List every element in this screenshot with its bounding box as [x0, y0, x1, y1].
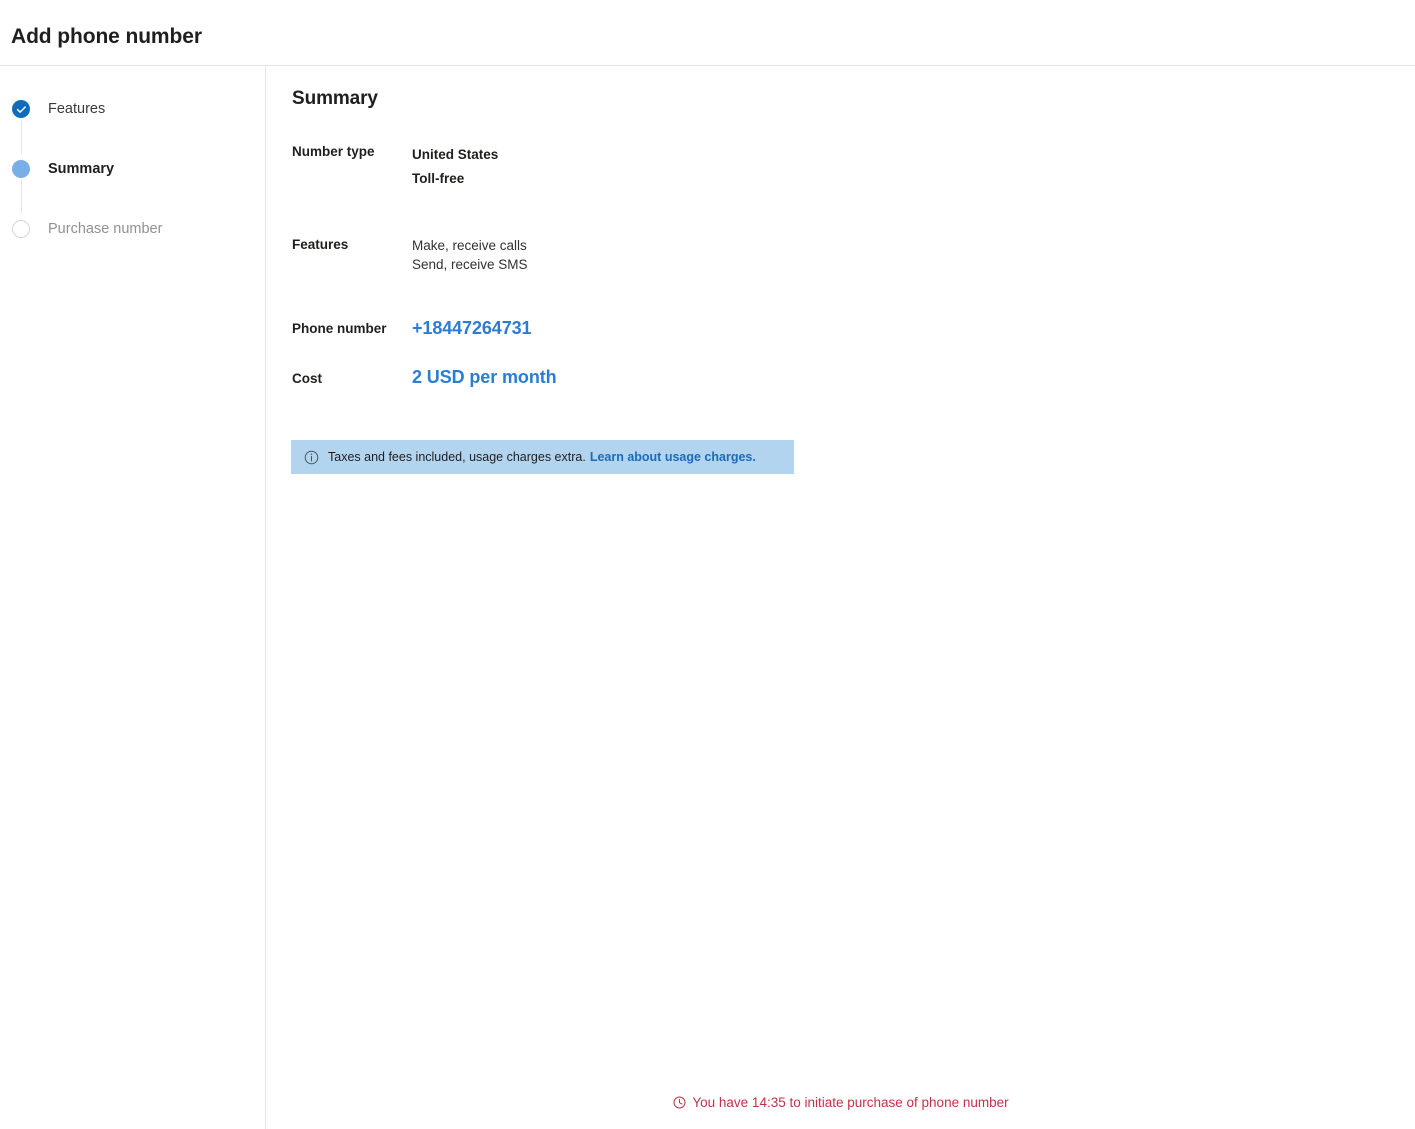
info-circle-icon: [303, 449, 319, 465]
phone-number-value: +18447264731: [412, 318, 532, 338]
summary-panel: Summary Number type United States Toll-f…: [266, 66, 1415, 1129]
stepper-item-purchase-number[interactable]: Purchase number: [12, 217, 162, 241]
features-value-sms: Send, receive SMS: [412, 257, 528, 272]
summary-label-number-type: Number type: [292, 144, 375, 159]
dialog-body: Features Summary Purchase number Summary…: [0, 66, 1415, 1129]
purchase-timer: You have 14:35 to initiate purchase of p…: [266, 1095, 1415, 1110]
stepper-label-summary: Summary: [48, 160, 115, 177]
summary-values-phone-number: +18447264731: [412, 317, 992, 339]
add-phone-number-dialog: Add phone number Features Summary Purcha…: [0, 0, 1415, 1129]
step-connector-1: [20, 120, 22, 154]
info-banner: Taxes and fees included, usage charges e…: [291, 440, 794, 474]
summary-values-cost: 2 USD per month: [412, 366, 992, 388]
stepper-label-purchase-number: Purchase number: [48, 220, 163, 237]
number-type-kind: Toll-free: [412, 171, 465, 186]
summary-row-cost: Cost 2 USD per month: [292, 366, 992, 388]
info-banner-text: Taxes and fees included, usage charges e…: [328, 450, 586, 464]
stepper-item-features[interactable]: Features: [12, 97, 105, 121]
learn-about-usage-charges-link[interactable]: Learn about usage charges.: [590, 450, 756, 464]
summary-row-phone-number: Phone number +18447264731: [292, 317, 992, 339]
number-type-country: United States: [412, 147, 499, 162]
summary-label-cost: Cost: [292, 371, 322, 386]
cost-value: 2 USD per month: [412, 367, 557, 387]
empty-circle-icon: [12, 220, 30, 238]
check-icon: [12, 100, 30, 118]
filled-circle-icon: [12, 160, 30, 178]
summary-list: Number type United States Toll-free Feat…: [292, 143, 992, 388]
summary-label-features: Features: [292, 237, 349, 252]
summary-row-features: Features Make, receive calls Send, recei…: [292, 236, 992, 274]
summary-values-features: Make, receive calls Send, receive SMS: [412, 236, 992, 274]
features-value-calls: Make, receive calls: [412, 238, 527, 253]
dialog-header: Add phone number: [0, 0, 1415, 66]
purchase-timer-text: You have 14:35 to initiate purchase of p…: [692, 1095, 1009, 1110]
stepper-label-features: Features: [48, 100, 106, 117]
clock-icon: [672, 1096, 686, 1110]
step-connector-2: [20, 180, 22, 214]
summary-row-number-type: Number type United States Toll-free: [292, 143, 992, 191]
page-title: Add phone number: [11, 25, 202, 48]
summary-label-phone-number: Phone number: [292, 321, 387, 336]
summary-values-number-type: United States Toll-free: [412, 143, 992, 191]
stepper-item-summary[interactable]: Summary: [12, 157, 114, 181]
section-title: Summary: [292, 88, 378, 109]
wizard-stepper: Features Summary Purchase number: [0, 66, 266, 1129]
